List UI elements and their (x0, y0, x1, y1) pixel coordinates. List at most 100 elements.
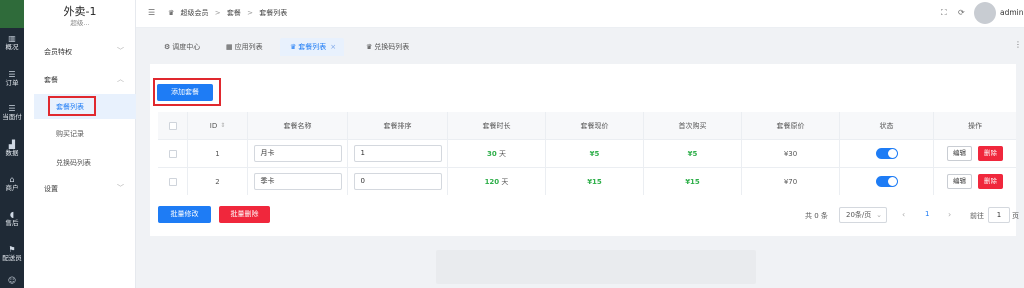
goto-page-input[interactable]: 1 (988, 207, 1010, 223)
menu-group-settings[interactable]: 设置 ﹀ (24, 182, 136, 196)
select-all-checkbox[interactable] (168, 121, 177, 130)
sidebar-item-purchase-records[interactable]: 购买记录 (34, 121, 136, 146)
cell-first-purchase: ¥15 (644, 168, 742, 195)
breadcrumb: ♛ 超级会员 > 套餐 > 套餐列表 (168, 8, 291, 18)
breadcrumb-item[interactable]: 套餐 (227, 9, 241, 17)
chevron-down-icon: ⌄ (876, 211, 882, 219)
edit-button[interactable]: 编辑 (947, 174, 972, 189)
row-checkbox[interactable] (168, 149, 177, 158)
batch-delete-button[interactable]: 批量删除 (219, 206, 270, 223)
delete-button[interactable]: 删除 (978, 146, 1003, 161)
rail-item-data[interactable]: ▟ 数据 (0, 140, 24, 157)
more-icon[interactable]: ⋮ (1014, 40, 1022, 49)
user-icon: ☺ (7, 276, 17, 285)
column-header-duration: 套餐时长 (448, 112, 546, 139)
tab-app-list[interactable]: ▦ 应用列表 (226, 38, 263, 56)
package-name-input[interactable]: 季卡 (253, 173, 342, 190)
store-icon: ⌂ (9, 175, 15, 184)
cell-current-price: ¥15 (546, 168, 644, 195)
rail-item-aftersale[interactable]: ◖ 售后 (0, 210, 24, 227)
list-icon: ☰ (8, 70, 16, 79)
breadcrumb-item: 套餐列表 (259, 9, 288, 17)
avatar[interactable] (974, 2, 996, 24)
status-toggle[interactable] (875, 176, 898, 187)
menu-group-label: 套餐 (44, 76, 58, 84)
goto-unit: 页 (1012, 212, 1019, 220)
table-row: 1 月卡 1 30 天 ¥5 ¥5 ¥30 编辑 删除 (158, 139, 1016, 167)
column-header-id[interactable]: ID ⇕ (188, 112, 248, 139)
collapse-menu-icon[interactable]: ☰ (148, 8, 155, 17)
overview-icon: ▥ (8, 34, 16, 43)
package-sort-input[interactable]: 0 (353, 173, 442, 190)
pagination-total: 共 0 条 (805, 212, 828, 220)
app-logo (0, 0, 24, 28)
chart-icon: ▟ (8, 140, 16, 149)
cell-duration: 120 天 (448, 168, 546, 195)
rail-item-label: 配送员 (2, 254, 22, 262)
cell-current-price: ¥5 (546, 140, 644, 167)
menu-group-packages[interactable]: 套餐 ︿ (24, 73, 136, 87)
rail-item-merchants[interactable]: ⌂ 商户 (0, 175, 24, 192)
column-header-first-purchase: 首次购买 (644, 112, 742, 139)
store-subtitle: 超级... (70, 19, 90, 27)
admin-name[interactable]: admin (1000, 8, 1024, 17)
column-header-actions: 操作 (934, 112, 1016, 139)
dispatch-icon: ⚙ (164, 43, 171, 51)
breadcrumb-item[interactable]: 超级会员 (181, 9, 209, 17)
edit-button[interactable]: 编辑 (947, 146, 972, 161)
cell-original-price: ¥30 (742, 140, 840, 167)
cell-id: 1 (188, 140, 248, 167)
chevron-down-icon: ﹀ (117, 47, 124, 55)
breadcrumb-separator: > (214, 9, 221, 17)
next-page-icon[interactable]: › (948, 210, 951, 219)
rail-item-overview[interactable]: ▥ 概况 (0, 34, 24, 51)
row-select-cell (158, 140, 188, 167)
rail-item-couriers[interactable]: ⚑ 配送员 (0, 245, 24, 262)
rail-item-orders[interactable]: ☰ 订单 (0, 70, 24, 87)
cell-duration: 30 天 (448, 140, 546, 167)
page-size-select[interactable]: 20条/页 ⌄ (839, 207, 887, 223)
row-checkbox[interactable] (168, 177, 177, 186)
brand: 外卖-1 超级... (24, 5, 136, 28)
add-package-button[interactable]: 添加套餐 (157, 84, 213, 101)
column-label: 状态 (879, 121, 894, 130)
rail-item-label: 商户 (5, 184, 19, 192)
footer-area (436, 250, 756, 284)
close-icon[interactable]: × (330, 43, 336, 51)
delete-button[interactable]: 删除 (978, 174, 1003, 189)
package-name-input[interactable]: 月卡 (253, 145, 342, 162)
breadcrumb-separator: > (247, 9, 253, 17)
refresh-icon[interactable]: ⟳ (958, 8, 965, 17)
sidebar-item-redeem-codes[interactable]: 兑换码列表 (34, 150, 136, 175)
sidebar: 外卖-1 超级... 会员特权 ﹀ 套餐 ︿ 套餐列表 购买记录 兑换码列表 设… (24, 0, 136, 288)
batch-edit-button[interactable]: 批量修改 (158, 206, 211, 223)
cell-actions: 编辑 删除 (934, 168, 1016, 195)
tab-label: 应用列表 (234, 43, 263, 51)
prev-page-icon[interactable]: ‹ (902, 210, 905, 219)
duration-value: 120 (484, 177, 500, 186)
cell-status (840, 168, 934, 195)
sort-icon[interactable]: ⇕ (220, 122, 225, 129)
package-sort-input[interactable]: 1 (353, 145, 442, 162)
fullscreen-icon[interactable]: ⛶ (941, 8, 947, 18)
page-size-value: 20条/页 (846, 211, 872, 219)
rail-item-label: 数据 (5, 149, 19, 157)
nav-rail: ▥ 概况 ☰ 订单 ☰ 当面付 ▟ 数据 ⌂ 商户 ◖ 售后 ⚑ 配送员 ☺ (0, 0, 24, 288)
column-label: 首次购买 (678, 121, 707, 130)
rail-item-label: 当面付 (2, 113, 22, 121)
tab-dispatch-center[interactable]: ⚙ 调度中心 (164, 38, 200, 56)
grid-icon: ▦ (226, 43, 233, 51)
tab-package-list[interactable]: ♛ 套餐列表 × (280, 38, 345, 56)
cell-name: 季卡 (248, 168, 348, 195)
rail-item-facepay[interactable]: ☰ 当面付 (0, 104, 24, 121)
cell-first-purchase: ¥5 (644, 140, 742, 167)
tab-redeem-code-list[interactable]: ♛ 兑换码列表 (366, 38, 409, 56)
current-page-number[interactable]: 1 (925, 210, 929, 218)
menu-group-member-privileges[interactable]: 会员特权 ﹀ (24, 45, 136, 59)
sidebar-item-label: 购买记录 (56, 130, 84, 138)
rail-item-users[interactable]: ☺ (0, 276, 24, 285)
rail-item-label: 售后 (5, 219, 19, 227)
duration-value: 30 (487, 149, 497, 158)
status-toggle[interactable] (875, 148, 898, 159)
highlight-box (48, 96, 96, 116)
